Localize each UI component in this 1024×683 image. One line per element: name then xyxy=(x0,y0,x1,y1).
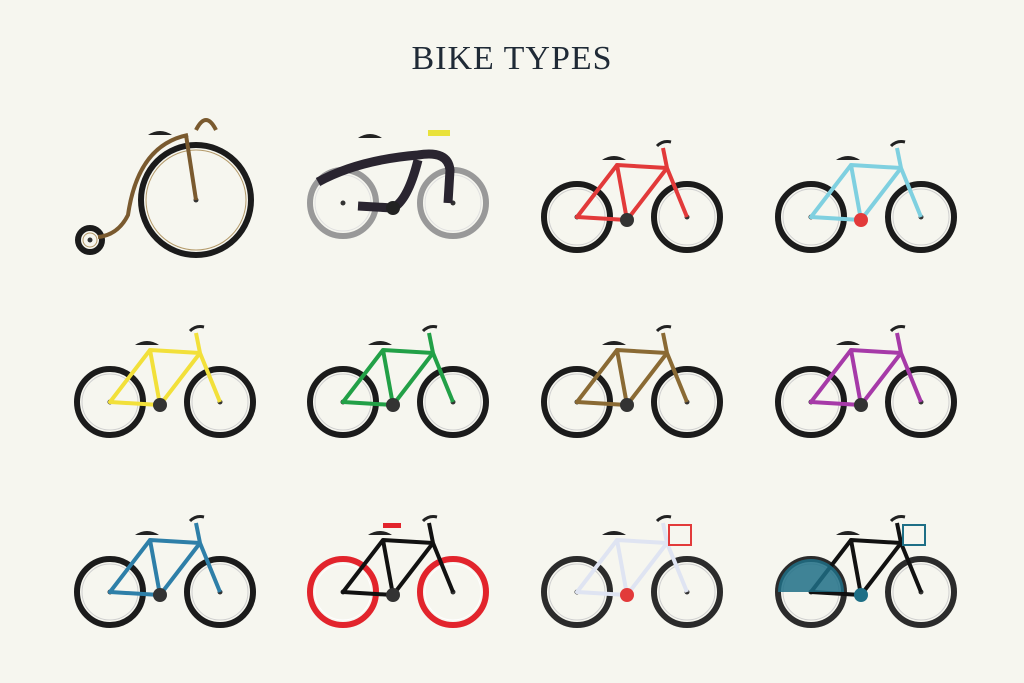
chainring xyxy=(386,201,400,215)
saddle xyxy=(836,156,860,160)
frame xyxy=(575,147,689,222)
handlebar xyxy=(421,325,438,333)
light-blue-city-bike-icon xyxy=(766,120,966,270)
saddle xyxy=(836,341,860,345)
chainring xyxy=(854,398,868,412)
handlebar xyxy=(188,325,205,333)
chainring xyxy=(386,398,400,412)
saddle xyxy=(148,131,172,135)
chainring xyxy=(386,588,400,602)
brown-dutch-bike-icon xyxy=(532,305,732,455)
saddle xyxy=(602,341,626,345)
handlebar xyxy=(655,140,672,148)
basket xyxy=(902,524,926,546)
frame xyxy=(341,332,455,407)
chainring xyxy=(620,213,634,227)
page-title: BIKE TYPES xyxy=(411,40,613,77)
saddle xyxy=(602,531,626,535)
handlebar xyxy=(889,140,906,148)
saddle xyxy=(358,134,382,138)
red-cruiser-bike-icon xyxy=(532,120,732,270)
chopper-bike-icon xyxy=(298,495,498,645)
saddle xyxy=(368,531,392,535)
purple-city-bike-icon xyxy=(766,305,966,455)
frame xyxy=(809,332,923,407)
green-folding-bike-icon xyxy=(298,305,498,455)
chainring xyxy=(620,398,634,412)
chainring xyxy=(620,588,634,602)
saddle xyxy=(135,531,159,535)
chainring xyxy=(153,398,167,412)
chainring xyxy=(854,588,868,602)
handlebar xyxy=(188,515,205,523)
handlebar xyxy=(428,130,450,136)
handlebar xyxy=(889,515,906,523)
seat-accent xyxy=(383,523,401,528)
frame xyxy=(575,332,689,407)
yellow-city-bike-icon xyxy=(65,305,265,455)
frame xyxy=(108,332,222,407)
saddle xyxy=(602,156,626,160)
frame xyxy=(108,522,222,597)
handlebar xyxy=(655,325,672,333)
penny-farthing-bike-icon xyxy=(68,105,268,258)
frame xyxy=(809,147,923,222)
futuristic-bike-icon xyxy=(298,120,498,270)
handlebar xyxy=(655,515,672,523)
white-basket-bike-icon xyxy=(532,495,732,645)
handlebar xyxy=(889,325,906,333)
saddle xyxy=(836,531,860,535)
chainring xyxy=(153,588,167,602)
frame xyxy=(575,522,689,597)
handlebar xyxy=(194,118,218,131)
teal-basket-bike-icon xyxy=(766,495,966,645)
chainring xyxy=(854,213,868,227)
basket xyxy=(668,524,692,546)
blue-dutch-bike-icon xyxy=(65,495,265,645)
handlebar xyxy=(421,515,438,523)
poster: BIKE TYPES xyxy=(0,0,1024,683)
frame xyxy=(341,522,455,597)
saddle xyxy=(135,341,159,345)
saddle xyxy=(368,341,392,345)
